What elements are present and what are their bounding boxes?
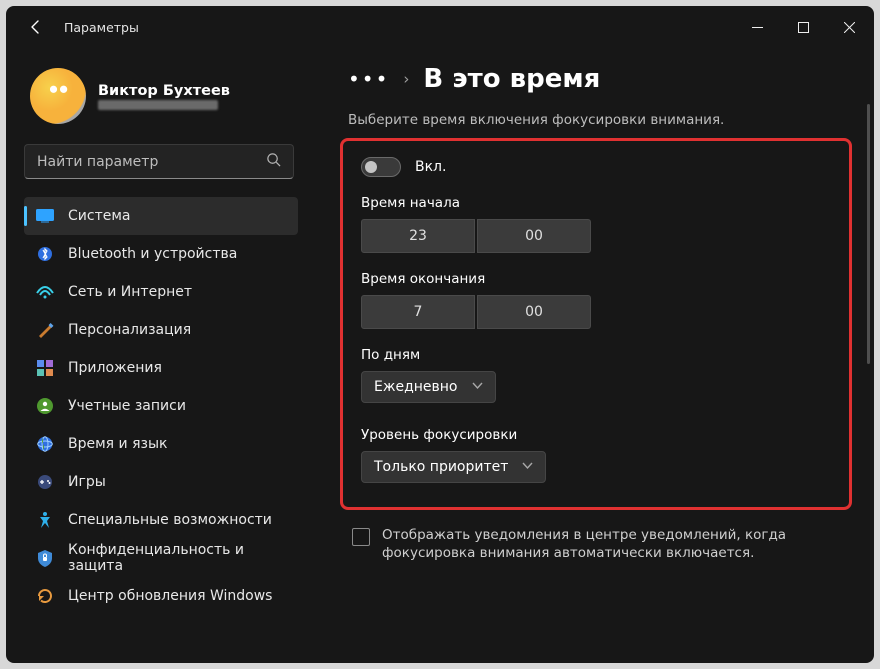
main: ••• › В это время Выберите время включен… xyxy=(308,48,874,663)
sidebar-item-system[interactable]: Система xyxy=(24,197,298,235)
profile-name: Виктор Бухтеев xyxy=(98,82,230,100)
sidebar-item-bluetooth[interactable]: Bluetooth и устройства xyxy=(24,235,298,273)
sidebar-item-accounts[interactable]: Учетные записи xyxy=(24,387,298,425)
update-icon xyxy=(36,587,54,605)
days-dropdown[interactable]: Ежедневно xyxy=(361,371,496,403)
sidebar-item-timelang[interactable]: Время и язык xyxy=(24,425,298,463)
end-time-label: Время окончания xyxy=(361,271,831,287)
level-value: Только приоритет xyxy=(374,459,508,475)
globe-icon xyxy=(36,435,54,453)
page-title: В это время xyxy=(423,64,600,94)
back-arrow-icon xyxy=(28,19,44,35)
toggle-label: Вкл. xyxy=(415,159,446,175)
accounts-icon xyxy=(36,397,54,415)
avatar xyxy=(30,68,86,124)
system-icon xyxy=(36,207,54,225)
minimize-icon xyxy=(752,22,763,33)
sidebar-item-label: Специальные возможности xyxy=(68,512,272,528)
focus-schedule-panel: Вкл. Время начала 23 00 Время окончания … xyxy=(340,138,852,510)
maximize-icon xyxy=(798,22,809,33)
maximize-button[interactable] xyxy=(780,9,826,45)
apps-icon xyxy=(36,359,54,377)
accessibility-icon xyxy=(36,511,54,529)
sidebar-item-label: Система xyxy=(68,208,130,224)
sidebar-item-label: Учетные записи xyxy=(68,398,186,414)
close-icon xyxy=(844,22,855,33)
toggle-knob-icon xyxy=(365,161,377,173)
breadcrumb-overflow[interactable]: ••• xyxy=(348,67,389,91)
paintbrush-icon xyxy=(36,321,54,339)
sidebar-item-label: Приложения xyxy=(68,360,162,376)
search-icon xyxy=(266,152,281,171)
start-time-label: Время начала xyxy=(361,195,831,211)
nav: Система Bluetooth и устройства Сеть и Ин… xyxy=(24,197,298,615)
start-time: 23 00 xyxy=(361,219,831,253)
show-notifications-row: Отображать уведомления в центре уведомле… xyxy=(352,526,852,562)
sidebar-item-accessibility[interactable]: Специальные возможности xyxy=(24,501,298,539)
back-button[interactable] xyxy=(22,13,50,41)
start-minute[interactable]: 00 xyxy=(477,219,591,253)
chevron-down-icon xyxy=(472,379,483,395)
network-icon xyxy=(36,283,54,301)
sidebar-item-network[interactable]: Сеть и Интернет xyxy=(24,273,298,311)
show-notifications-checkbox[interactable] xyxy=(352,528,370,546)
minimize-button[interactable] xyxy=(734,9,780,45)
close-button[interactable] xyxy=(826,9,872,45)
sidebar-item-label: Время и язык xyxy=(68,436,167,452)
search-input[interactable]: Найти параметр xyxy=(24,144,294,179)
days-value: Ежедневно xyxy=(374,379,458,395)
level-label: Уровень фокусировки xyxy=(361,427,831,443)
shield-icon xyxy=(36,549,54,567)
search-placeholder: Найти параметр xyxy=(37,154,256,170)
scrollbar-thumb[interactable] xyxy=(867,104,870,364)
sidebar-item-label: Персонализация xyxy=(68,322,191,338)
sidebar-item-label: Центр обновления Windows xyxy=(68,588,272,604)
enable-toggle[interactable] xyxy=(361,157,401,177)
chevron-down-icon xyxy=(522,459,533,475)
end-time: 7 00 xyxy=(361,295,831,329)
start-hour[interactable]: 23 xyxy=(361,219,475,253)
end-minute[interactable]: 00 xyxy=(477,295,591,329)
sidebar-item-label: Конфиденциальность и защита xyxy=(68,542,288,574)
window-title: Параметры xyxy=(64,20,139,35)
days-label: По дням xyxy=(361,347,831,363)
titlebar: Параметры xyxy=(6,6,874,48)
scrollbar[interactable] xyxy=(867,56,870,655)
sidebar-item-label: Игры xyxy=(68,474,106,490)
sidebar-item-personalization[interactable]: Персонализация xyxy=(24,311,298,349)
sidebar-item-gaming[interactable]: Игры xyxy=(24,463,298,501)
sidebar: Виктор Бухтеев Найти параметр Система Bl… xyxy=(6,48,308,663)
sidebar-item-label: Сеть и Интернет xyxy=(68,284,192,300)
window-controls xyxy=(734,9,872,45)
sidebar-item-label: Bluetooth и устройства xyxy=(68,246,237,262)
level-dropdown[interactable]: Только приоритет xyxy=(361,451,546,483)
bluetooth-icon xyxy=(36,245,54,263)
checkbox-label: Отображать уведомления в центре уведомле… xyxy=(382,526,852,562)
sidebar-item-update[interactable]: Центр обновления Windows xyxy=(24,577,298,615)
breadcrumb: ••• › В это время xyxy=(348,64,852,94)
profile[interactable]: Виктор Бухтеев xyxy=(24,64,298,144)
sidebar-item-privacy[interactable]: Конфиденциальность и защита xyxy=(24,539,298,577)
page-subtitle: Выберите время включения фокусировки вни… xyxy=(348,112,852,128)
chevron-right-icon: › xyxy=(403,70,409,88)
gaming-icon xyxy=(36,473,54,491)
profile-email xyxy=(98,100,218,110)
settings-window: Параметры Виктор Бухтеев Н xyxy=(6,6,874,663)
end-hour[interactable]: 7 xyxy=(361,295,475,329)
sidebar-item-apps[interactable]: Приложения xyxy=(24,349,298,387)
